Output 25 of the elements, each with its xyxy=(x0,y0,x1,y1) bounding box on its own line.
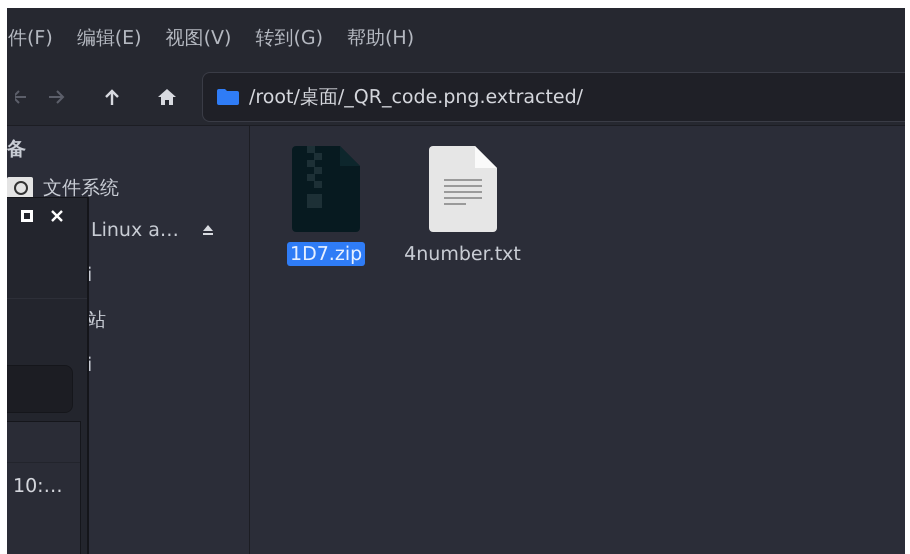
file-name[interactable]: 4number.txt xyxy=(401,242,524,266)
forward-arrow-icon xyxy=(48,88,66,106)
sidebar-item[interactable]: Linux a… xyxy=(91,219,179,241)
maximize-icon[interactable] xyxy=(21,210,33,222)
sidebar-heading: 备 xyxy=(7,137,27,162)
list-item[interactable]: 10:… xyxy=(7,463,80,497)
location-bar[interactable]: /root/桌面/_QR_code.png.extracted/ xyxy=(202,72,905,122)
up-arrow-icon xyxy=(103,88,121,106)
sidebar-item[interactable]: 文件系统 xyxy=(43,175,119,201)
menu-item[interactable]: 编辑(E) xyxy=(76,25,142,51)
menu-item[interactable]: 转到(G) xyxy=(255,25,323,51)
eject-icon[interactable] xyxy=(202,225,213,235)
back-arrow-icon xyxy=(15,88,27,106)
menu-item[interactable]: 件(F) xyxy=(8,25,53,51)
text-file-icon xyxy=(428,146,497,232)
zip-file-icon xyxy=(292,146,360,232)
menu-item[interactable]: 帮助(H) xyxy=(347,25,414,51)
home-icon xyxy=(157,88,177,106)
path-text: /root/桌面/_QR_code.png.extracted/ xyxy=(249,84,584,110)
folder-icon xyxy=(217,88,239,104)
menu-item[interactable]: 视图(V) xyxy=(166,25,232,51)
sidebar-item[interactable]: i xyxy=(87,264,92,286)
close-icon[interactable] xyxy=(51,210,63,222)
sidebar-item[interactable]: i xyxy=(87,354,92,376)
input-field[interactable] xyxy=(7,365,73,413)
